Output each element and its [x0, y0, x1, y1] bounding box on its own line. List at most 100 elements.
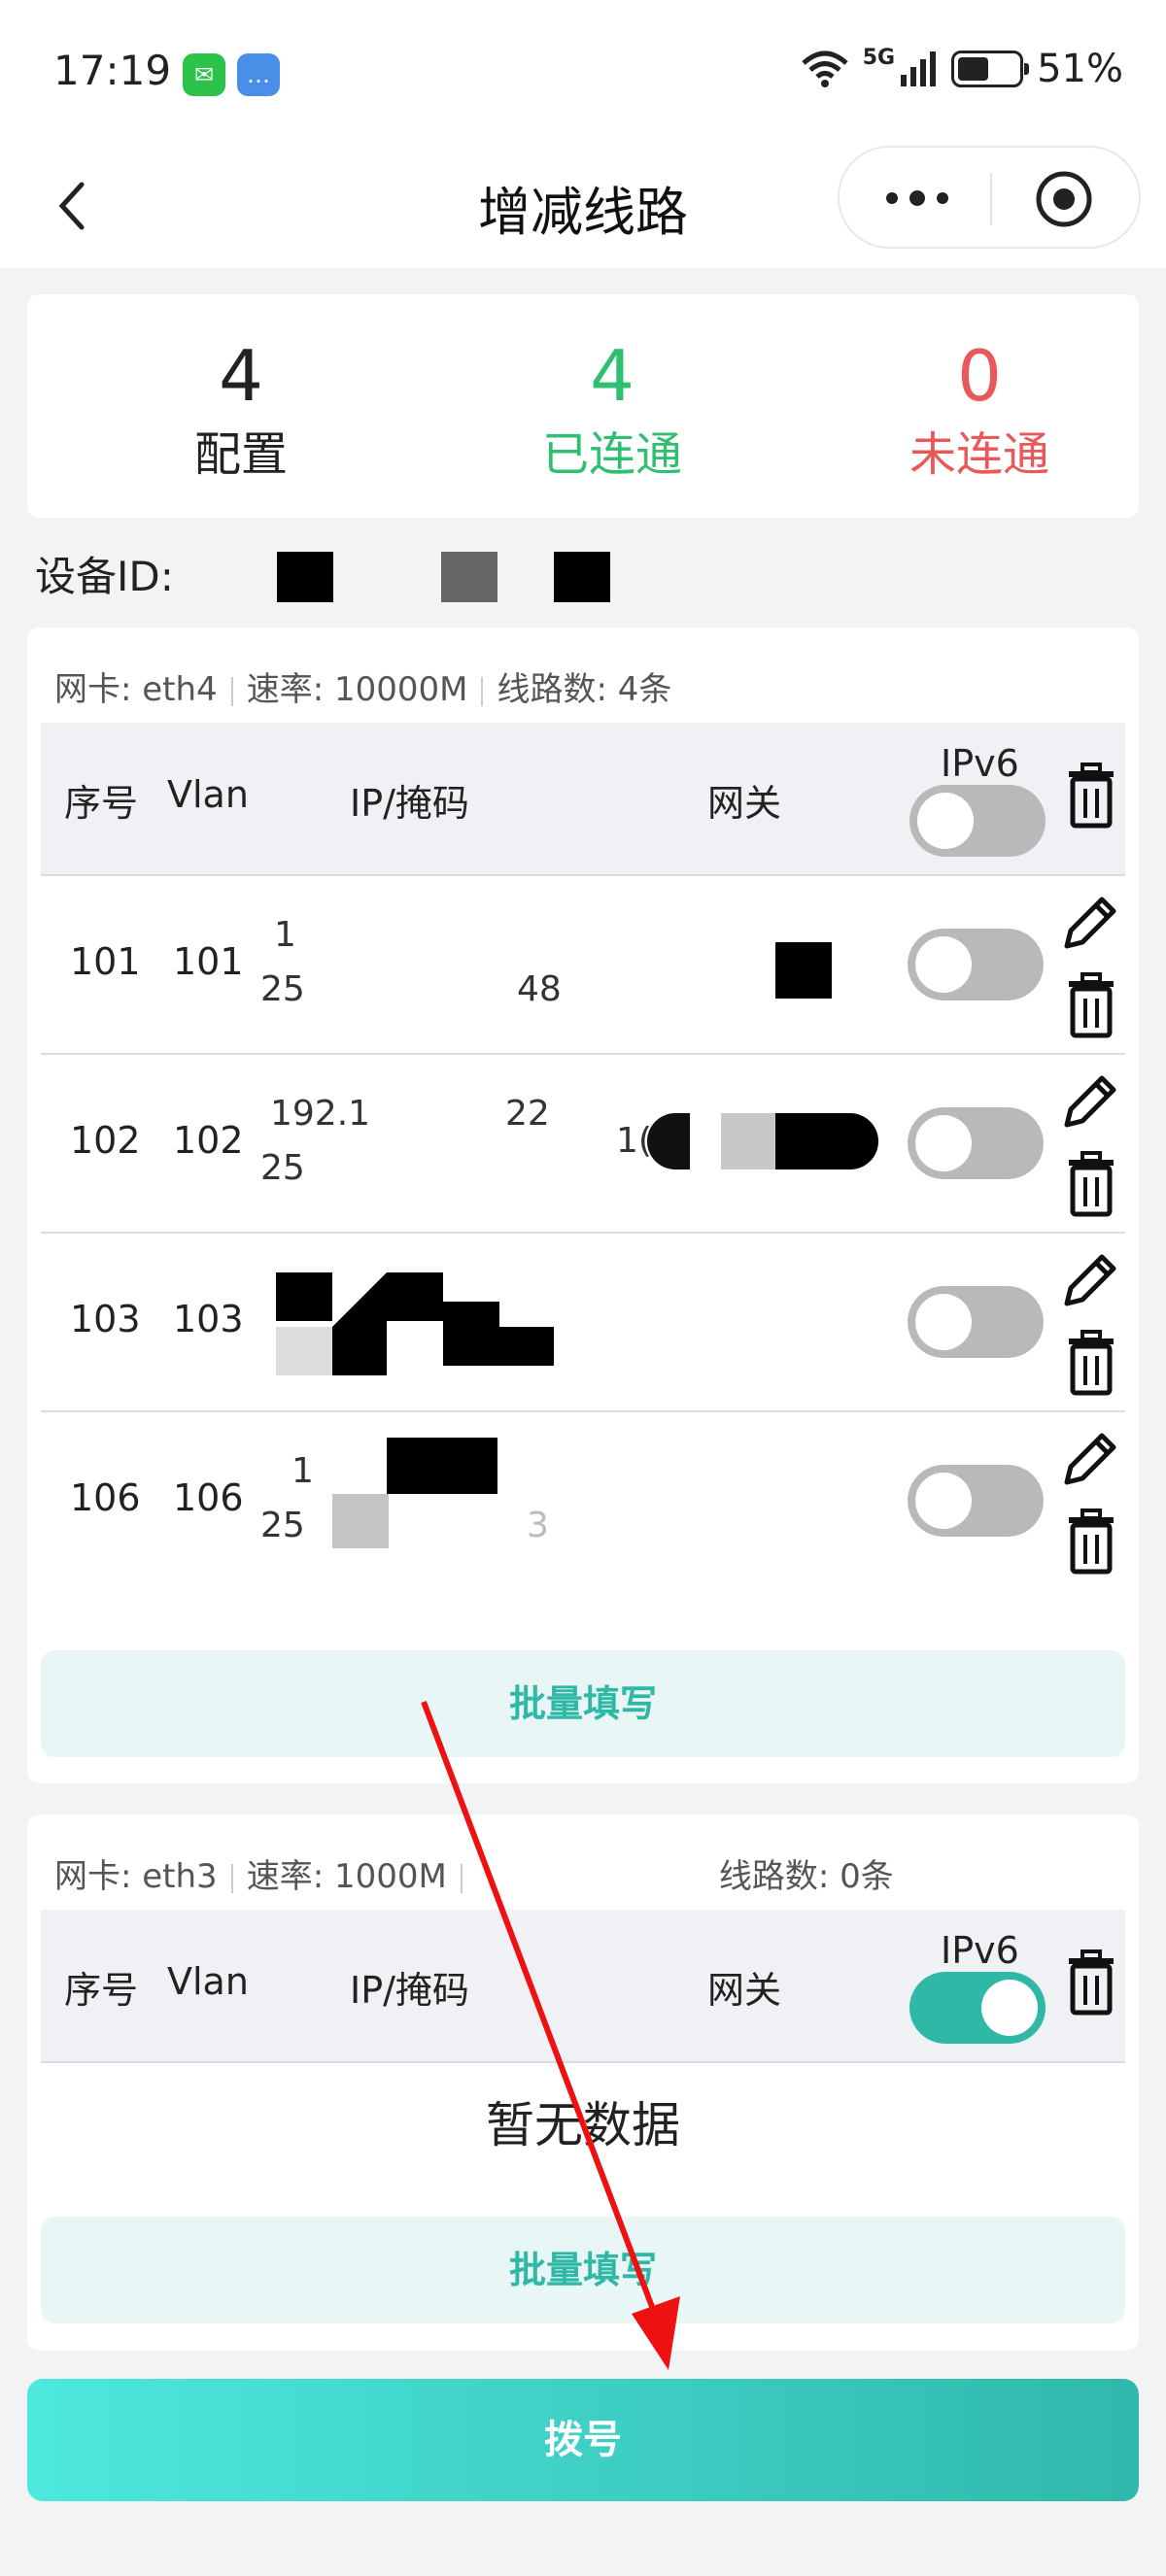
pencil-edit-icon[interactable]	[1057, 1245, 1121, 1313]
col-vlan: Vlan	[167, 773, 249, 816]
stat-configured-value: 4	[219, 335, 263, 417]
toggle-knob	[915, 1115, 972, 1171]
row-seq: 101	[70, 940, 141, 983]
redaction-mask	[721, 1113, 775, 1169]
col-ip: IP/掩码	[350, 1969, 469, 2012]
col-ip: IP/掩码	[350, 782, 469, 825]
wifi-icon	[802, 51, 848, 87]
row-vlan: 103	[173, 1298, 244, 1340]
trash-icon[interactable]	[1059, 1329, 1123, 1397]
dial-button[interactable]: 拨号	[27, 2379, 1139, 2501]
col-seq: 序号	[64, 1969, 139, 2012]
redaction-mask	[554, 552, 610, 602]
redaction-mask	[332, 1494, 389, 1548]
redaction-mask	[443, 1302, 499, 1327]
nic-label: 网卡: eth4	[54, 670, 218, 709]
trash-icon[interactable]	[1059, 762, 1123, 830]
stat-connected: 4 已连通	[466, 337, 758, 487]
toggle-knob	[915, 1294, 972, 1350]
table-row: 101 101 1 25 48	[41, 876, 1125, 1055]
status-bar: 17:19 ✉ … 5G 51%	[0, 0, 1166, 146]
row-ip-line1: 1	[292, 1451, 314, 1491]
table-row: 103 103	[41, 1234, 1125, 1412]
toggle-knob	[915, 1473, 972, 1529]
pencil-edit-icon[interactable]	[1057, 1424, 1121, 1492]
empty-state-text: 暂无数据	[486, 2097, 680, 2153]
row-ip-line2: 25	[260, 1506, 305, 1545]
stat-disconnected: 0 未连通	[834, 337, 1125, 487]
col-gateway: 网关	[707, 1969, 782, 2012]
redaction-mask	[647, 1113, 690, 1169]
col-vlan: Vlan	[167, 1960, 249, 2003]
target-circle-icon[interactable]	[1034, 169, 1094, 229]
rate-label: 速率: 10000M	[246, 670, 468, 709]
col-ipv6: IPv6	[941, 742, 1019, 785]
row-vlan: 101	[173, 940, 244, 983]
pencil-edit-icon[interactable]	[1057, 888, 1121, 956]
col-gateway: 网关	[707, 782, 782, 825]
table-row: 102 102 192.1 22 25 1(	[41, 1055, 1125, 1234]
signal-icon	[901, 51, 937, 86]
stats-card: 4 配置 4 已连通 0 未连通	[27, 294, 1139, 518]
redaction-mask	[276, 1272, 332, 1321]
status-time: 17:19	[53, 47, 172, 94]
redaction-mask	[441, 552, 497, 602]
row-ip-line1: 192.1	[270, 1094, 371, 1134]
mini-program-capsule	[838, 146, 1141, 249]
redaction-mask	[332, 1327, 387, 1375]
wechat-notification-icon: ✉	[183, 53, 225, 96]
nav-bar: 增减线路	[0, 146, 1166, 268]
redaction-mask	[276, 1327, 332, 1375]
toggle-knob	[917, 793, 974, 849]
stat-connected-value: 4	[590, 335, 634, 417]
row-ip-line1: 1	[274, 915, 296, 955]
table-header: 序号 Vlan IP/掩码 网关 IPv6	[41, 723, 1125, 876]
pencil-edit-icon[interactable]	[1057, 1067, 1121, 1135]
stat-configured: 4 配置	[95, 337, 387, 487]
trash-icon[interactable]	[1059, 1508, 1123, 1576]
row-vlan: 106	[173, 1476, 244, 1519]
row-ip-line2: 25	[260, 1148, 305, 1188]
redaction-mask	[387, 1438, 497, 1494]
line-count-label: 线路数: 0条	[718, 1857, 894, 1896]
network-type: 5G	[862, 45, 896, 70]
capsule-divider	[990, 173, 992, 225]
line-count-label: 线路数: 4条	[497, 670, 672, 709]
toggle-knob	[981, 1980, 1038, 2036]
redaction-mask	[775, 942, 832, 999]
ipv6-toggle[interactable]	[908, 929, 1044, 1000]
battery-icon	[951, 51, 1030, 87]
rate-label: 速率: 1000M	[246, 1857, 447, 1896]
port-header: 网卡: eth4 速率: 10000M 线路数: 4条	[54, 662, 671, 710]
trash-icon[interactable]	[1059, 1150, 1123, 1218]
stat-configured-label: 配置	[193, 427, 288, 482]
ipv6-toggle[interactable]	[908, 1465, 1044, 1537]
col-seq: 序号	[64, 782, 139, 825]
stat-disconnected-value: 0	[957, 335, 1002, 417]
row-ip-line2: 25	[260, 969, 305, 1009]
trash-icon[interactable]	[1059, 971, 1123, 1039]
nic-label: 网卡: eth3	[54, 1857, 218, 1896]
batch-fill-button[interactable]: 批量填写	[41, 2217, 1125, 2323]
message-notification-icon: …	[237, 53, 280, 96]
ipv6-master-toggle[interactable]	[909, 1972, 1046, 2044]
battery-percent: 51%	[1037, 47, 1123, 91]
ipv6-toggle[interactable]	[908, 1107, 1044, 1179]
ipv6-toggle[interactable]	[908, 1286, 1044, 1358]
device-id-label: 设备ID:	[35, 553, 174, 600]
redaction-mask	[332, 1272, 387, 1327]
more-dots-icon[interactable]	[878, 171, 956, 225]
trash-icon[interactable]	[1059, 1949, 1123, 2017]
redaction-mask	[277, 552, 333, 602]
redaction-mask	[443, 1327, 554, 1366]
device-id: 设备ID:	[35, 544, 174, 603]
redaction-mask	[775, 1113, 878, 1169]
row-ip-line1-end: 22	[505, 1094, 550, 1134]
row-ip-line2-end: 48	[517, 969, 562, 1009]
table-row: 106 106 1 25 3	[41, 1412, 1125, 1575]
ipv6-master-toggle[interactable]	[909, 785, 1046, 857]
batch-fill-button[interactable]: 批量填写	[41, 1650, 1125, 1757]
row-seq: 103	[70, 1298, 141, 1340]
stat-connected-label: 已连通	[541, 427, 682, 482]
col-ipv6: IPv6	[941, 1929, 1019, 1972]
